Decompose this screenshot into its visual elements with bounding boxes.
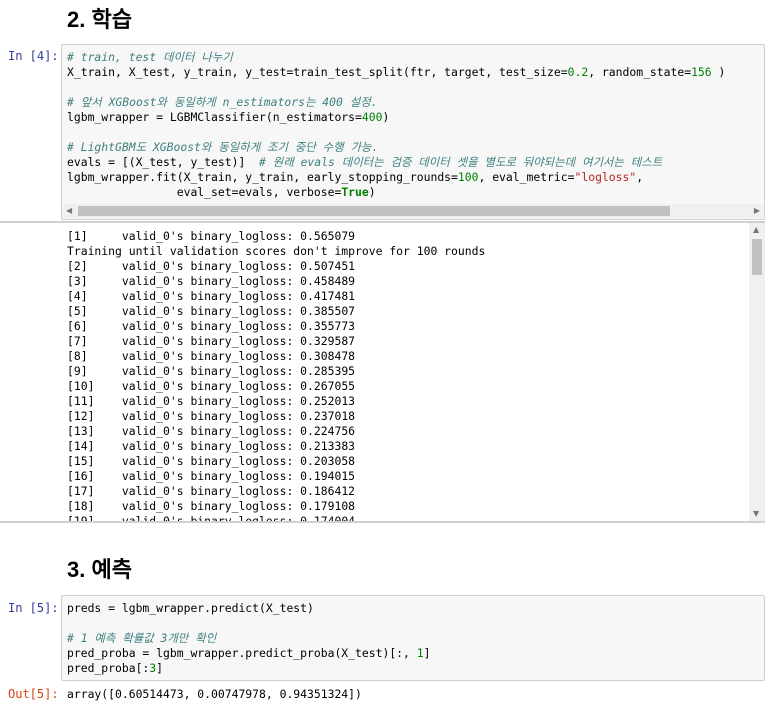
training-log-output: [1] valid_0's binary_logloss: 0.565079 Tr… [67,229,486,523]
code-line: eval_set=evals, verbose=True) [67,185,725,200]
code-cell-predict[interactable]: preds = lgbm_wrapper.predict(X_test) # 1 … [61,595,765,681]
code-token: pred_proba[: [67,661,150,675]
code-token: X_train, X_test, y_train, y_test=train_t… [67,65,568,79]
code-line: # 1 예측 확률값 3개만 확인 [67,631,430,646]
scrollbar-thumb[interactable] [752,239,762,275]
code-token: 400 [361,110,383,124]
prediction-output: array([0.60514473, 0.00747978, 0.9435132… [67,687,362,701]
code-cell-train[interactable]: # train, test 데이터 나누기 X_train, X_test, y_… [61,44,765,220]
code-token: , random_state= [588,65,692,79]
code-editor[interactable]: # train, test 데이터 나누기 X_train, X_test, y_… [67,50,725,200]
log-line: [15] valid_0's binary_logloss: 0.203058 [67,454,356,468]
log-line: [1] valid_0's binary_logloss: 0.565079 [67,229,356,243]
log-line: [18] valid_0's binary_logloss: 0.179108 [67,499,356,513]
code-token: # 1 예측 확률값 3개만 확인 [67,631,217,645]
log-line: Training until validation scores don't i… [67,244,486,258]
code-token: lgbm_wrapper = LGBMClassifier(n_estimato… [67,110,362,124]
log-line: [6] valid_0's binary_logloss: 0.355773 [67,319,356,333]
log-line: [9] valid_0's binary_logloss: 0.285395 [67,364,356,378]
code-token: "logloss" [574,170,637,184]
code-line: # LightGBM도 XGBoost와 동일하게 조기 중단 수행 가능. [67,140,725,155]
code-token: lgbm_wrapper.fit(X_train, y_train, early… [67,170,458,184]
input-prompt: In [4]: [8,49,59,63]
log-line: [3] valid_0's binary_logloss: 0.458489 [67,274,356,288]
code-token: # 원래 evals 데이터는 검증 데이터 셋을 별도로 둬야되는데 여기서는… [259,155,663,169]
vertical-scrollbar[interactable]: ▲ ▼ [749,223,765,521]
code-token: ) [382,110,390,124]
code-token: # train, test 데이터 나누기 [67,50,233,64]
log-line: [19] valid_0's binary_logloss: 0.174004 [67,514,356,523]
code-line: lgbm_wrapper.fit(X_train, y_train, early… [67,170,725,185]
arrow-down-icon[interactable]: ▼ [753,507,759,521]
output-area-training-log[interactable]: [1] valid_0's binary_logloss: 0.565079 Tr… [0,221,765,523]
log-line: [12] valid_0's binary_logloss: 0.237018 [67,409,356,423]
log-line: [5] valid_0's binary_logloss: 0.385507 [67,304,356,318]
code-line: evals = [(X_test, y_test)] # 원래 evals 데이… [67,155,725,170]
code-token: preds = lgbm_wrapper.predict(X_test) [67,601,314,615]
horizontal-scrollbar[interactable]: ◀ ▶ [63,204,763,218]
log-line: [16] valid_0's binary_logloss: 0.194015 [67,469,356,483]
section-heading-learn: 2. 학습 [67,7,132,32]
code-token: , [636,170,644,184]
code-token: ) [368,185,376,199]
code-token: pred_proba = lgbm_wrapper.predict_proba(… [67,646,417,660]
code-token: # 앞서 XGBoost와 동일하게 n_estimators는 400 설정. [67,95,378,109]
log-line: [7] valid_0's binary_logloss: 0.329587 [67,334,356,348]
code-token: ] [423,646,431,660]
code-token: eval_set=evals, verbose= [67,185,342,199]
code-line: # train, test 데이터 나누기 [67,50,725,65]
log-line: [8] valid_0's binary_logloss: 0.308478 [67,349,356,363]
code-token: True [341,185,369,199]
code-line: pred_proba = lgbm_wrapper.predict_proba(… [67,646,430,661]
log-line: [11] valid_0's binary_logloss: 0.252013 [67,394,356,408]
code-line: # 앞서 XGBoost와 동일하게 n_estimators는 400 설정. [67,95,725,110]
code-line: pred_proba[:3] [67,661,430,676]
code-line: X_train, X_test, y_train, y_test=train_t… [67,65,725,80]
code-token: 156 [691,65,712,79]
arrow-right-icon[interactable]: ▶ [754,204,760,218]
input-prompt: In [5]: [8,601,59,615]
code-token: # LightGBM도 XGBoost와 동일하게 조기 중단 수행 가능. [67,140,379,154]
code-line: lgbm_wrapper = LGBMClassifier(n_estimato… [67,110,725,125]
scrollbar-thumb[interactable] [78,206,670,216]
code-token: 1 [416,646,424,660]
section-heading-predict: 3. 예측 [67,557,132,582]
output-prompt: Out[5]: [8,687,59,701]
code-line: preds = lgbm_wrapper.predict(X_test) [67,601,430,616]
log-line: [4] valid_0's binary_logloss: 0.417481 [67,289,356,303]
log-line: [14] valid_0's binary_logloss: 0.213383 [67,439,356,453]
code-token: ] [156,661,164,675]
code-token: , eval_metric= [478,170,575,184]
code-token: 0.2 [567,65,589,79]
arrow-left-icon[interactable]: ◀ [66,204,72,218]
code-token: 100 [457,170,479,184]
log-line: [2] valid_0's binary_logloss: 0.507451 [67,259,356,273]
arrow-up-icon[interactable]: ▲ [753,223,759,237]
log-line: [17] valid_0's binary_logloss: 0.186412 [67,484,356,498]
code-token: ) [711,65,726,79]
log-line: [13] valid_0's binary_logloss: 0.224756 [67,424,356,438]
code-token: evals = [(X_test, y_test)] [67,155,260,169]
code-editor[interactable]: preds = lgbm_wrapper.predict(X_test) # 1 … [67,601,430,676]
log-line: [10] valid_0's binary_logloss: 0.267055 [67,379,356,393]
